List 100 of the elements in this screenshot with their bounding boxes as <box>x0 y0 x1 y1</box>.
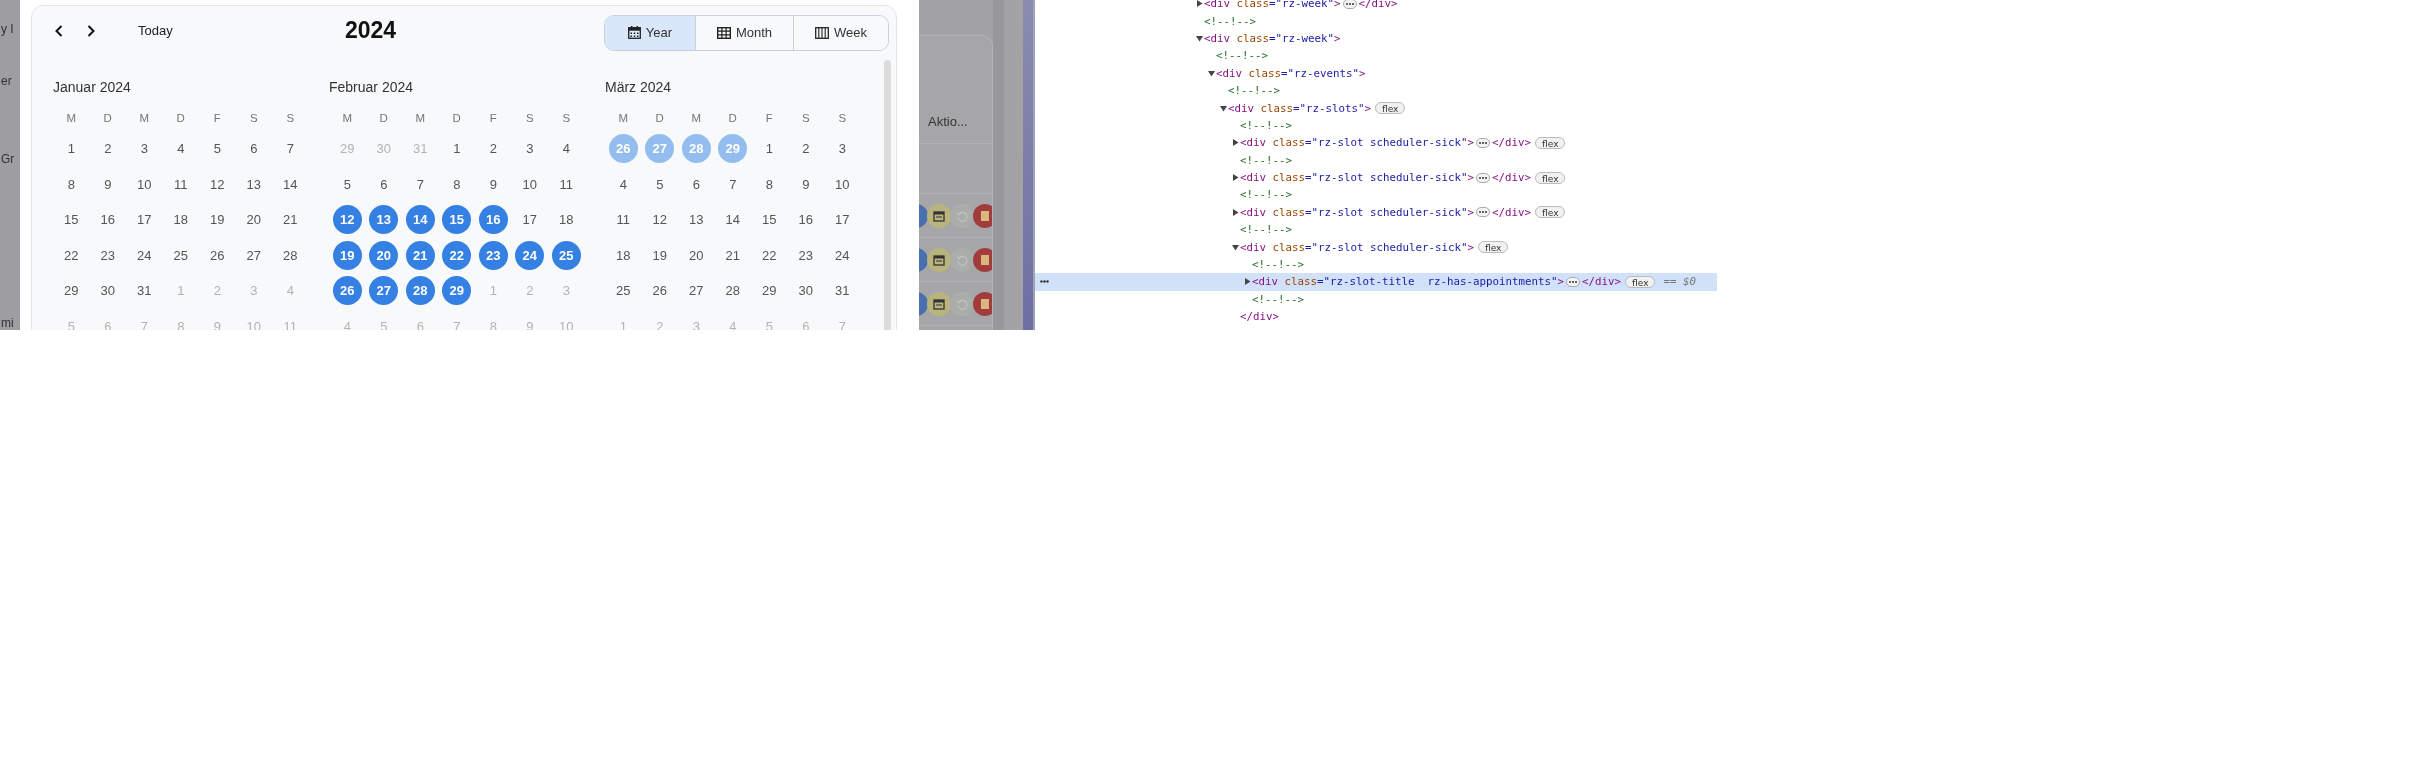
flex-badge[interactable]: flex <box>1375 102 1406 115</box>
comment-node[interactable]: <!--!--> <box>1240 188 1292 202</box>
disclosure-triangle-icon[interactable] <box>1244 278 1251 286</box>
calendar-day[interactable]: 24 <box>129 240 159 270</box>
calendar-day[interactable]: 5 <box>202 134 232 164</box>
flex-badge[interactable]: flex <box>1535 136 1566 149</box>
calendar-day[interactable]: 27 <box>681 276 711 306</box>
element-tag[interactable]: <div class="rz-slot scheduler-sick"> <box>1240 171 1475 185</box>
element-tag[interactable]: <div class="rz-slots"> <box>1228 101 1372 115</box>
calendar-day[interactable]: 20 <box>239 205 269 235</box>
calendar-day[interactable]: 31 <box>129 276 159 306</box>
calendar-day[interactable]: 26 <box>645 276 675 306</box>
comment-node[interactable]: <!--!--> <box>1228 84 1280 98</box>
view-tab[interactable]: Year <box>605 15 695 50</box>
element-tag[interactable]: <div class="rz-events"> <box>1216 66 1366 80</box>
comment-node[interactable]: <!--!--> <box>1252 292 1304 306</box>
calendar-day[interactable]: 21 <box>275 205 305 235</box>
calendar-day[interactable]: 26 <box>332 276 362 306</box>
calendar-day[interactable]: 20 <box>369 240 399 270</box>
calendar-day[interactable]: 13 <box>369 205 399 235</box>
calendar-day[interactable]: 15 <box>56 205 86 235</box>
calendar-day[interactable]: 8 <box>442 169 472 199</box>
calendar-day[interactable]: 2 <box>93 134 123 164</box>
calendar-day[interactable]: 16 <box>791 205 821 235</box>
delete-button[interactable] <box>973 291 992 316</box>
calendar-button[interactable] <box>927 247 951 272</box>
calendar-day[interactable]: 24 <box>515 240 545 270</box>
calendar-day[interactable]: 6 <box>239 134 269 164</box>
calendar-day[interactable]: 8 <box>56 169 86 199</box>
calendar-day[interactable]: 7 <box>718 169 748 199</box>
flex-badge[interactable]: flex <box>1625 275 1656 288</box>
calendar-day[interactable]: 5 <box>332 169 362 199</box>
calendar-day[interactable]: 4 <box>551 134 581 164</box>
comment-node[interactable]: <!--!--> <box>1240 223 1292 237</box>
calendar-day[interactable]: 14 <box>405 205 435 235</box>
calendar-day[interactable]: 16 <box>478 205 508 235</box>
calendar-day[interactable]: 29 <box>442 276 472 306</box>
calendar-day[interactable]: 12 <box>645 205 675 235</box>
calendar-day[interactable]: 24 <box>827 240 857 270</box>
calendar-day[interactable]: 19 <box>645 240 675 270</box>
calendar-day[interactable]: 13 <box>239 169 269 199</box>
delete-button[interactable] <box>973 247 992 272</box>
calendar-day[interactable]: 23 <box>478 240 508 270</box>
delete-button[interactable] <box>973 203 992 228</box>
calendar-button[interactable] <box>927 203 951 228</box>
calendar-day[interactable]: 11 <box>551 169 581 199</box>
calendar-day[interactable]: 14 <box>718 205 748 235</box>
comment-node[interactable]: <!--!--> <box>1204 14 1256 28</box>
calendar-day[interactable]: 17 <box>827 205 857 235</box>
calendar-day[interactable]: 8 <box>754 169 784 199</box>
calendar-day[interactable]: 23 <box>93 240 123 270</box>
element-tag[interactable]: <div class="rz-slot scheduler-sick"> <box>1240 205 1475 219</box>
calendar-day[interactable]: 25 <box>551 240 581 270</box>
disclosure-triangle-icon[interactable] <box>1232 208 1239 216</box>
disclosure-triangle-icon[interactable] <box>1232 139 1239 147</box>
calendar-day[interactable]: 30 <box>93 276 123 306</box>
calendar-day[interactable]: 12 <box>202 169 232 199</box>
flex-badge[interactable]: flex <box>1478 241 1509 254</box>
calendar-day[interactable]: 12 <box>332 205 362 235</box>
calendar-day[interactable]: 2 <box>478 134 508 164</box>
calendar-day[interactable]: 11 <box>166 169 196 199</box>
calendar-day[interactable]: 10 <box>515 169 545 199</box>
calendar-day[interactable]: 1 <box>442 134 472 164</box>
calendar-day[interactable]: 22 <box>754 240 784 270</box>
calendar-day[interactable]: 28 <box>275 240 305 270</box>
calendar-day[interactable]: 14 <box>275 169 305 199</box>
calendar-day[interactable]: 15 <box>442 205 472 235</box>
disclosure-triangle-icon[interactable] <box>1232 243 1239 251</box>
flex-badge[interactable]: flex <box>1535 171 1566 184</box>
element-tag[interactable]: <div class="rz-week"> <box>1204 31 1341 45</box>
comment-node[interactable]: <!--!--> <box>1216 49 1268 63</box>
view-tab[interactable]: Week <box>793 15 888 50</box>
calendar-day[interactable]: 7 <box>405 169 435 199</box>
calendar-day[interactable]: 1 <box>56 134 86 164</box>
flex-badge[interactable]: flex <box>1535 206 1566 219</box>
calendar-day[interactable]: 27 <box>369 276 399 306</box>
calendar-day[interactable]: 16 <box>93 205 123 235</box>
comment-node[interactable]: <!--!--> <box>1240 118 1292 132</box>
collapsed-content-button[interactable] <box>1476 137 1491 148</box>
disclosure-triangle-icon[interactable] <box>1196 34 1203 42</box>
calendar-day[interactable]: 15 <box>754 205 784 235</box>
collapsed-content-button[interactable] <box>1476 172 1491 183</box>
calendar-day[interactable]: 17 <box>129 205 159 235</box>
calendar-day[interactable]: 19 <box>202 205 232 235</box>
calendar-day[interactable]: 30 <box>791 276 821 306</box>
today-button[interactable]: Today <box>132 19 179 42</box>
calendar-day[interactable]: 29 <box>56 276 86 306</box>
calendar-day[interactable]: 3 <box>515 134 545 164</box>
calendar-day[interactable]: 1 <box>754 134 784 164</box>
calendar-day[interactable]: 5 <box>645 169 675 199</box>
collapsed-content-button[interactable] <box>1342 0 1357 9</box>
calendar-day[interactable]: 4 <box>166 134 196 164</box>
calendar-day[interactable]: 22 <box>442 240 472 270</box>
calendar-day[interactable]: 13 <box>681 205 711 235</box>
calendar-day[interactable]: 4 <box>608 169 638 199</box>
collapsed-content-button[interactable] <box>1566 276 1581 287</box>
calendar-day[interactable]: 31 <box>827 276 857 306</box>
calendar-day[interactable]: 6 <box>369 169 399 199</box>
calendar-day[interactable]: 21 <box>405 240 435 270</box>
calendar-day[interactable]: 9 <box>478 169 508 199</box>
